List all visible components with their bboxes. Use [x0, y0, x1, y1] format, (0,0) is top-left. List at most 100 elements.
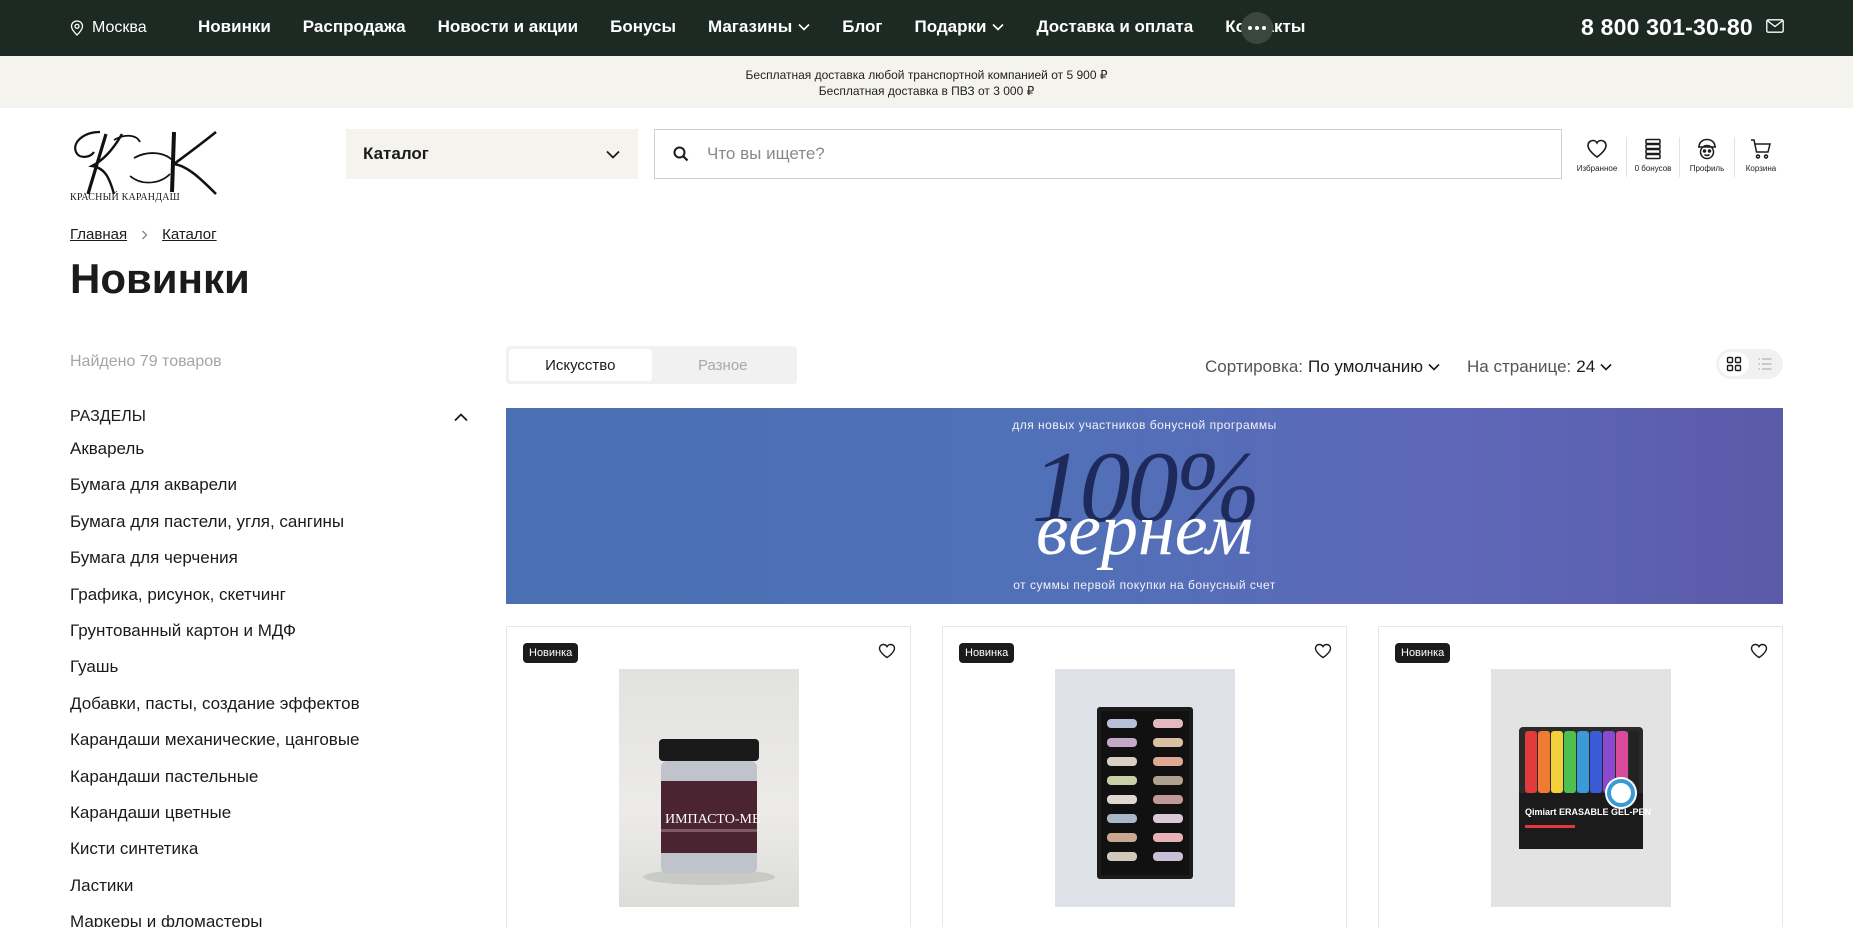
category-tabs: Искусство Разное [506, 346, 797, 384]
nav-item-bonuses[interactable]: Бонусы [610, 17, 676, 37]
favorites-label: Избранное [1576, 164, 1618, 173]
search-icon[interactable] [673, 146, 689, 162]
phone-number[interactable]: 8 800 301-30-80 [1581, 14, 1753, 41]
grid-icon [1726, 356, 1741, 372]
bonus-promo-banner[interactable]: для новых участников бонусной программы … [506, 408, 1783, 604]
chevron-down-icon [1600, 363, 1612, 371]
per-page-dropdown[interactable]: На странице: 24 [1467, 357, 1612, 377]
list-view-button[interactable] [1751, 352, 1781, 376]
product-image[interactable]: ИМПАСТО-МЕ [619, 669, 799, 907]
heart-icon[interactable] [878, 643, 896, 659]
delivery-info-line: Бесплатная доставка любой транспортной к… [745, 68, 1108, 82]
main-nav: Новинки Распродажа Новости и акции Бонус… [198, 17, 1305, 37]
new-badge: Новинка [1395, 643, 1451, 663]
sections-title: РАЗДЕЛЫ [70, 408, 146, 425]
favorites-button[interactable]: Избранное [1572, 137, 1622, 177]
pen-label-text: Qimiart ERASABLE GEL-PEN [1525, 807, 1651, 817]
nav-label: Подарки [914, 17, 987, 36]
location-pin-icon [70, 20, 84, 36]
tab-iskusstvo[interactable]: Искусство [509, 349, 652, 381]
nav-item-rasprodazha[interactable]: Распродажа [303, 17, 406, 37]
search-input[interactable] [707, 144, 1561, 164]
more-menu-button[interactable] [1241, 12, 1273, 44]
site-logo[interactable]: Красный Карандаш [70, 128, 220, 204]
section-link[interactable]: Добавки, пасты, создание эффектов [70, 691, 360, 727]
profile-button[interactable]: Профиль [1684, 137, 1730, 177]
section-link[interactable]: Маркеры и фломастеры [70, 909, 360, 927]
section-link[interactable]: Карандаши пастельные [70, 764, 360, 800]
nav-label: Новости и акции [437, 17, 579, 36]
delivery-info-line: Бесплатная доставка в ПВЗ от 3 000 ₽ [818, 84, 1035, 98]
logo-text: Красный Карандаш [70, 192, 180, 203]
section-link[interactable]: Бумага для пастели, угля, сангины [70, 509, 360, 545]
heart-icon[interactable] [1314, 643, 1332, 659]
sort-dropdown[interactable]: Сортировка: По умолчанию [1205, 357, 1440, 377]
top-navigation-bar: Москва Новинки Распродажа Новости и акци… [0, 0, 1853, 56]
page-title: Новинки [70, 255, 250, 302]
chevron-down-icon [798, 23, 810, 31]
product-card[interactable]: Новинка [942, 626, 1347, 927]
chevron-up-icon[interactable] [454, 412, 468, 422]
section-link[interactable]: Графика, рисунок, скетчинг [70, 582, 360, 618]
delivery-info-strip: Бесплатная доставка любой транспортной к… [0, 56, 1853, 108]
section-link[interactable]: Ластики [70, 873, 360, 909]
city-selector[interactable]: Москва [70, 19, 147, 37]
bonuses-label: 0 бонусов [1634, 164, 1672, 173]
section-link[interactable]: Бумага для черчения [70, 545, 360, 581]
product-card[interactable]: Новинка ИМПАСТО-МЕ [506, 626, 911, 927]
header-actions: Избранное 0 бонусов Профиль Корзина [1572, 137, 1783, 177]
cart-button[interactable]: Корзина [1739, 137, 1783, 177]
section-link[interactable]: Кисти синтетика [70, 836, 360, 872]
nav-item-news[interactable]: Новости и акции [438, 17, 579, 37]
list-icon [1758, 358, 1772, 370]
view-toggle [1716, 349, 1783, 379]
chevron-down-icon [606, 150, 620, 159]
nav-label: Магазины [707, 17, 793, 36]
profile-label: Профиль [1689, 164, 1725, 173]
sort-label: Сортировка: [1205, 357, 1304, 376]
heart-icon[interactable] [1750, 643, 1768, 659]
section-link[interactable]: Грунтованный картон и МДФ [70, 618, 360, 654]
per-page-value: 24 [1576, 357, 1596, 376]
catalog-dropdown[interactable]: Каталог [346, 129, 638, 179]
heart-icon [1587, 139, 1607, 158]
section-link[interactable]: Акварель [70, 436, 360, 472]
chevron-down-icon [992, 23, 1005, 31]
chevron-down-icon [1428, 363, 1440, 371]
per-page-label: На странице: [1467, 357, 1572, 376]
section-link[interactable]: Гуашь [70, 654, 360, 690]
sort-value: По умолчанию [1308, 357, 1423, 376]
breadcrumb-catalog-link[interactable]: Каталог [162, 226, 217, 243]
nav-item-stores[interactable]: Магазины [708, 17, 810, 37]
product-card[interactable]: Новинка Qimiart ERASABLE GEL-PEN [1378, 626, 1783, 927]
bonuses-button[interactable]: 0 бонусов [1631, 137, 1675, 177]
nav-item-delivery[interactable]: Доставка и оплата [1036, 17, 1193, 37]
tab-raznoe[interactable]: Разное [652, 349, 795, 381]
section-link[interactable]: Карандаши цветные [70, 800, 360, 836]
breadcrumb: Главная Каталог [70, 226, 217, 243]
new-badge: Новинка [959, 643, 1015, 663]
cart-icon [1751, 139, 1771, 159]
grid-view-button[interactable] [1719, 352, 1749, 376]
nav-item-novinki[interactable]: Новинки [198, 17, 271, 37]
nav-item-gifts[interactable]: Подарки [915, 17, 1005, 37]
mail-icon[interactable] [1766, 19, 1784, 33]
product-image[interactable]: Qimiart ERASABLE GEL-PEN [1491, 669, 1671, 907]
nav-label: Новинки [198, 17, 271, 36]
sections-header[interactable]: РАЗДЕЛЫ [70, 408, 468, 426]
section-link[interactable]: Бумага для акварели [70, 472, 360, 508]
nav-label: Бонусы [610, 17, 676, 36]
banner-bottom-text: от суммы первой покупки на бонусный счет [1013, 578, 1276, 592]
chevron-right-icon [142, 230, 148, 239]
product-image[interactable] [1055, 669, 1235, 907]
nav-label: Доставка и оплата [1036, 17, 1194, 36]
gel-pen-set-image: Qimiart ERASABLE GEL-PEN [1519, 727, 1651, 849]
new-badge: Новинка [523, 643, 579, 663]
profile-icon [1698, 138, 1716, 160]
nav-item-blog[interactable]: Блог [842, 17, 882, 37]
breadcrumb-home-link[interactable]: Главная [70, 226, 127, 243]
sections-list: Акварель Бумага для акварели Бумага для … [70, 436, 360, 927]
catalog-label: Каталог [363, 144, 429, 163]
bonus-coins-icon [1645, 138, 1661, 160]
section-link[interactable]: Карандаши механические, цанговые [70, 727, 360, 763]
